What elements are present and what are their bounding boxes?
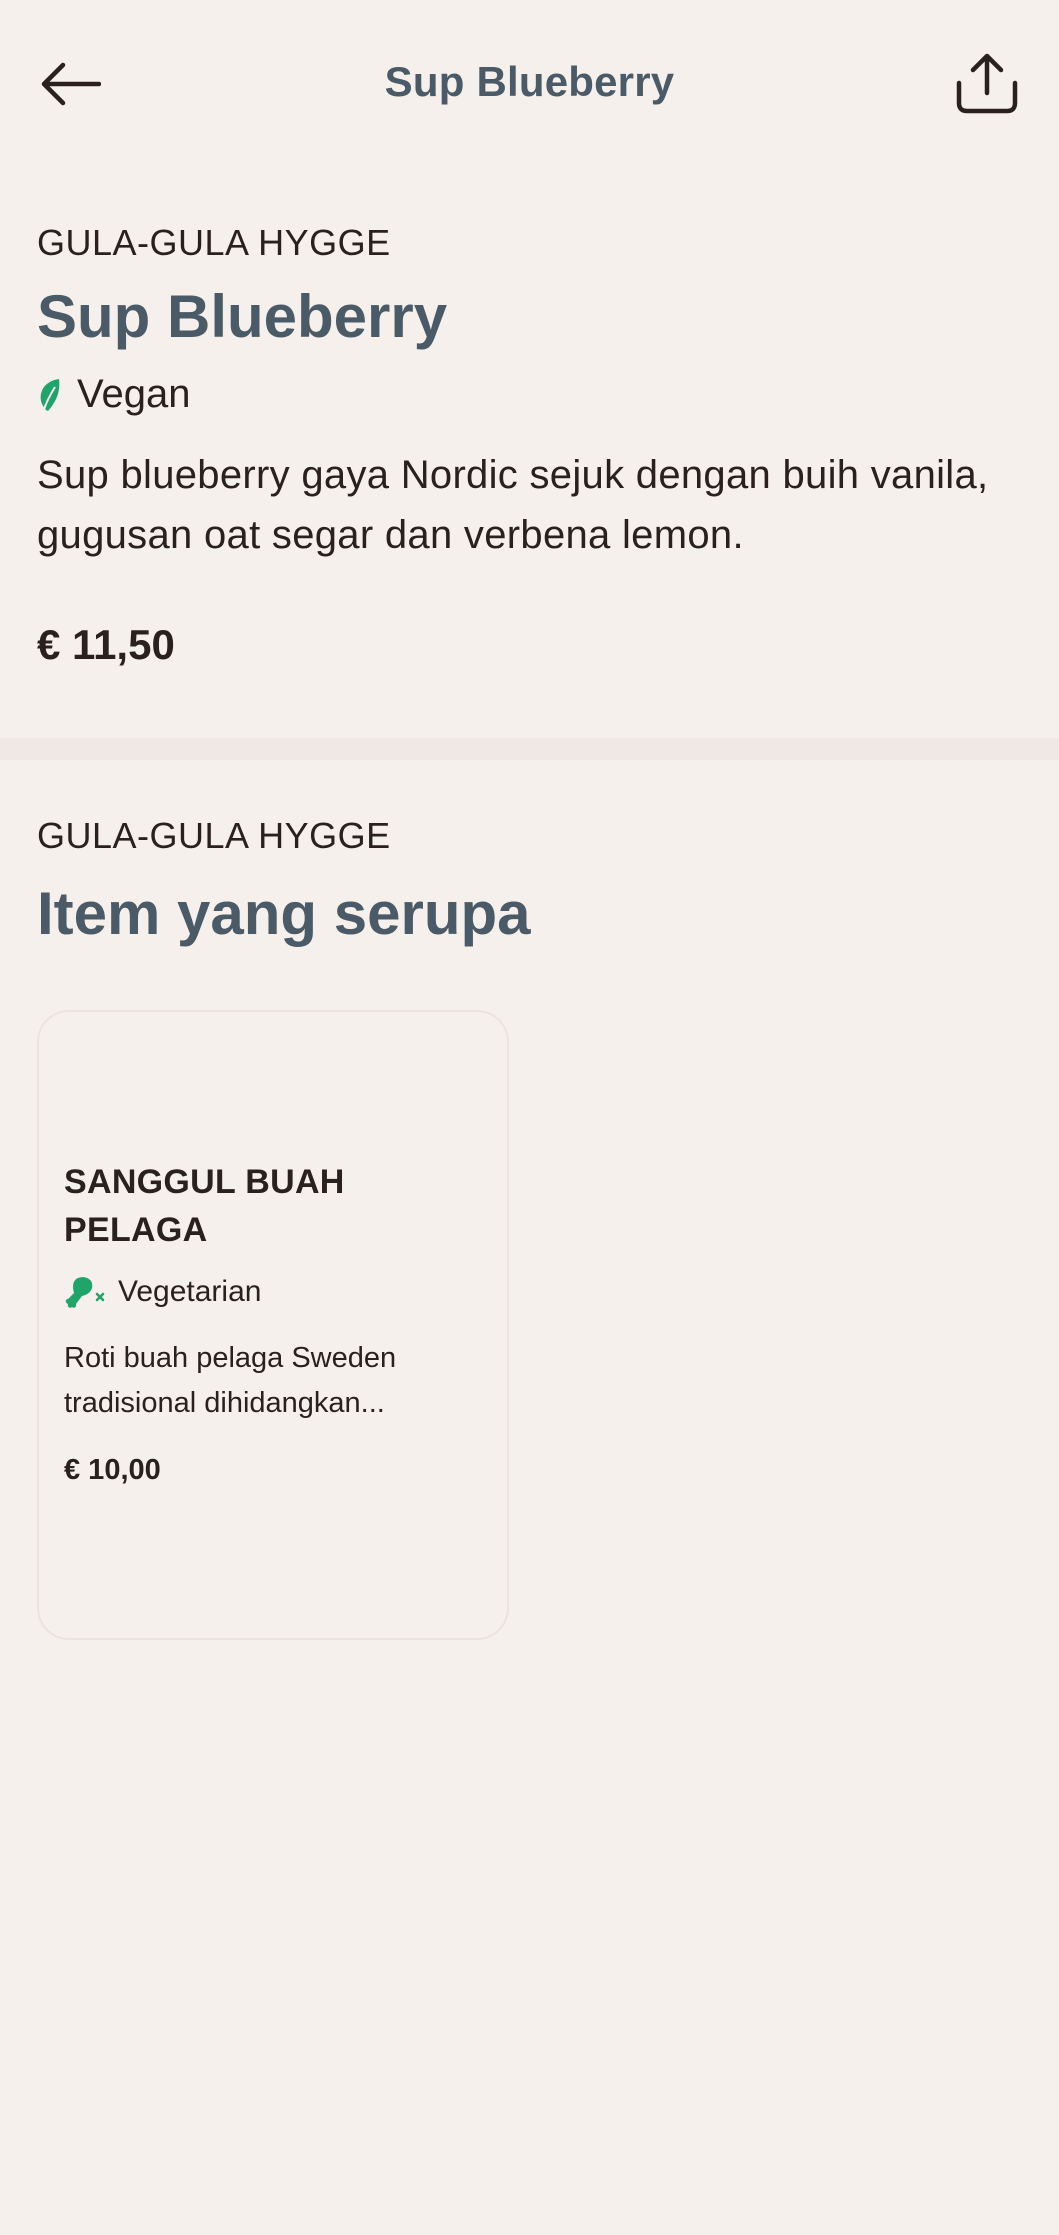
similar-item-card[interactable]: SANGGUL BUAH PELAGA Vegetarian Roti buah…	[37, 1010, 509, 1640]
card-diet-tag: Vegetarian	[64, 1274, 482, 1310]
diet-label: Vegan	[77, 372, 191, 416]
topbar-title: Sup Blueberry	[384, 58, 675, 105]
share-button[interactable]	[951, 46, 1023, 122]
section-divider	[0, 738, 1059, 760]
share-icon	[956, 53, 1018, 114]
similar-items-section: GULA-GULA HYGGE Item yang serupa	[37, 815, 1022, 948]
card-description: Roti buah pelaga Sweden tradisional dihi…	[64, 1342, 397, 1419]
similar-items-heading: Item yang serupa	[37, 880, 531, 947]
product-price: € 11,50	[37, 621, 175, 668]
top-app-bar: Sup Blueberry	[0, 0, 1059, 168]
card-price: € 10,00	[64, 1454, 161, 1486]
similar-category: GULA-GULA HYGGE	[37, 815, 391, 856]
product-category: GULA-GULA HYGGE	[37, 222, 391, 263]
no-meat-icon	[65, 1277, 105, 1308]
leaf-icon	[40, 378, 60, 412]
diet-tag: Vegan	[37, 372, 1022, 417]
product-description: Sup blueberry gaya Nordic sejuk dengan b…	[37, 453, 989, 557]
product-title: Sup Blueberry	[37, 283, 448, 350]
card-diet-label: Vegetarian	[118, 1275, 262, 1308]
card-title: SANGGUL BUAH PELAGA	[64, 1163, 345, 1249]
product-details: GULA-GULA HYGGE Sup Blueberry Vegan Sup …	[37, 222, 1022, 669]
